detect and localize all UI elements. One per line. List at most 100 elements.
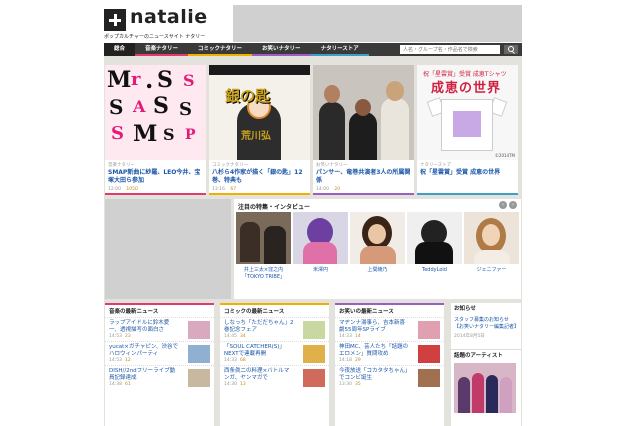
pickup-thumbnail[interactable]: [407, 212, 462, 264]
nav-tab-store[interactable]: ナタリーストア: [310, 43, 369, 56]
pickup-title: 注目の特集・インタビュー: [238, 204, 311, 211]
nav-tab-music[interactable]: 音楽ナタリー: [135, 43, 189, 56]
feature-image-photo[interactable]: [313, 65, 414, 160]
news-title[interactable]: DISH//2ndフリーライブ動員記録達成: [109, 368, 179, 382]
news-time: 14:33: [224, 358, 237, 363]
feature-title[interactable]: SMAP新曲に紗羅、LEO今井、宝塚大田ら参加: [108, 169, 204, 185]
pickup-label[interactable]: 井上三太×窪之内「TOKYO TRIBE」: [236, 267, 291, 281]
feature-color-bar: [209, 193, 310, 195]
pickup-thumbnail[interactable]: [350, 212, 405, 264]
news-title[interactable]: しなっち「ただだちゃん」2巻記念フェア: [224, 320, 294, 334]
news-row[interactable]: 今夜放送「コカタタちゃん」でコンビ誕生 13:30 35: [335, 365, 444, 389]
nav-tab-owarai[interactable]: お笑いナタリー: [252, 43, 311, 56]
pickup-item[interactable]: 米澤円: [293, 212, 348, 296]
news-meta: 14:33 14: [339, 334, 361, 339]
comment-count: 12: [124, 358, 131, 363]
comment-count: 68: [239, 358, 246, 363]
header-ad-banner[interactable]: [233, 5, 522, 42]
comment-count: 23: [124, 334, 131, 339]
section-heading[interactable]: お笑いの最新ニュース: [335, 303, 444, 317]
person-silhouette: [472, 373, 484, 413]
news-row[interactable]: ラップアイドルに鈴木愛一、透視描写の面白さ 14:53 23: [105, 317, 214, 341]
news-meta: 14:18 29: [339, 358, 361, 363]
news-title[interactable]: 「SOUL CATCHER(S)」NEXTで連載再開: [224, 344, 294, 358]
news-title[interactable]: 今夜放送「コカタタちゃん」でコンビ誕生: [339, 368, 409, 382]
news-row[interactable]: 西条眞二の料理×バトルマンガ、ヤンマガで 14:30 13: [220, 365, 329, 389]
pickup-item[interactable]: ジェニファー: [464, 212, 519, 296]
news-thumbnail[interactable]: [418, 369, 440, 387]
chevron-right-icon[interactable]: ›: [509, 201, 517, 209]
news-time: 14:38: [109, 382, 122, 387]
pickup-thumbnail[interactable]: [236, 212, 291, 264]
news-thumbnail[interactable]: [188, 345, 210, 363]
feature-title[interactable]: 祝「星雲賞」受賞 成恵の世界: [420, 169, 516, 177]
pickup-item[interactable]: 井上三太×窪之内「TOKYO TRIBE」: [236, 212, 291, 296]
feature-category: 音楽ナタリー: [108, 163, 135, 168]
news-thumbnail[interactable]: [188, 369, 210, 387]
feature-card[interactable]: お笑いナタリー パンサー、竜巻共演者3人の所属関係 14:00 20: [313, 65, 414, 195]
news-title[interactable]: マヂンナ湯事ら、吉本新喜劇55周年SPライブ: [339, 320, 409, 334]
news-row[interactable]: 「SOUL CATCHER(S)」NEXTで連載再開 14:33 68: [220, 341, 329, 365]
notice-link[interactable]: スタッフ募集のお知らせ【お笑いナタリー編集記者】: [451, 315, 521, 333]
search-input[interactable]: [400, 45, 500, 54]
feature-color-bar: [105, 193, 206, 195]
news-thumbnail[interactable]: [303, 321, 325, 339]
person-silhouette: [349, 112, 377, 160]
pickup-item[interactable]: TeddyLoid: [407, 212, 462, 296]
search-icon[interactable]: [504, 45, 518, 54]
feature-image-smap[interactable]: M r . S S S A S S S M S P: [105, 65, 206, 160]
nav-tab-comic[interactable]: コミックナタリー: [188, 43, 253, 56]
chevron-left-icon[interactable]: ‹: [499, 201, 507, 209]
feature-row: M r . S S S A S S S M S P 音楽ナタリー SMAP新曲に…: [104, 65, 518, 195]
news-row[interactable]: yucat×ガチャピン、渋谷でハロウィンパーティ 14:53 12: [105, 341, 214, 365]
feature-title[interactable]: 八杉ら4作家が描く「銀の匙」12巻、特典も: [212, 169, 308, 185]
artist-thumbnail[interactable]: [454, 363, 516, 413]
pickup-label[interactable]: ジェニファー: [464, 267, 519, 274]
pickup-thumbnail[interactable]: [293, 212, 348, 264]
section-heading[interactable]: 音楽の最新ニュース: [105, 303, 214, 317]
news-thumbnail[interactable]: [303, 369, 325, 387]
notice-heading: お知らせ: [454, 306, 476, 312]
side-ad-banner[interactable]: [105, 199, 231, 299]
section-heading[interactable]: コミックの最新ニュース: [220, 303, 329, 317]
news-thumbnail[interactable]: [418, 345, 440, 363]
nav-tab-home[interactable]: 総合: [104, 43, 136, 56]
nav-tab-label: 音楽ナタリー: [145, 46, 179, 52]
feature-image-tshirt[interactable]: 祝「星雲賞」受賞 成恵Tシャツ 成恵の世界 ©2014TM: [417, 65, 518, 160]
news-time: 14:53: [109, 358, 122, 363]
natalie-logo-mark-icon: [104, 9, 126, 31]
news-row[interactable]: マヂンナ湯事ら、吉本新喜劇55周年SPライブ 14:33 14: [335, 317, 444, 341]
pickup-item[interactable]: 上間綾乃: [350, 212, 405, 296]
feature-card[interactable]: 銀の匙 荒川弘 コミックナタリー 八杉ら4作家が描く「銀の匙」12巻、特典も 1…: [209, 65, 310, 195]
feature-card[interactable]: M r . S S S A S S S M S P 音楽ナタリー SMAP新曲に…: [105, 65, 206, 195]
site-logo[interactable]: natalie ポップカルチャーのニュースサイト ナタリー: [104, 6, 224, 40]
person-silhouette: [319, 102, 345, 160]
comic-news-section: コミックの最新ニュース しなっち「ただだちゃん」2巻記念フェア 14:45 34 …: [220, 303, 329, 426]
news-title[interactable]: 神田MC、芸人たち「話題のエロメン」質問攻め: [339, 344, 409, 358]
manga-cover-title: 銀の匙: [225, 87, 271, 105]
feature-image-manga[interactable]: 銀の匙 荒川弘: [209, 65, 310, 160]
news-title[interactable]: ラップアイドルに鈴木愛一、透視描写の面白さ: [109, 320, 179, 334]
news-thumbnail[interactable]: [188, 321, 210, 339]
nav-tab-label: ナタリーストア: [320, 46, 359, 52]
feature-category: お笑いナタリー: [316, 163, 348, 168]
pickup-thumbnail[interactable]: [464, 212, 519, 264]
news-thumbnail[interactable]: [303, 345, 325, 363]
feature-title[interactable]: パンサー、竜巻共演者3人の所属関係: [316, 169, 412, 185]
person-silhouette: [360, 246, 396, 264]
pickup-label[interactable]: 米澤円: [293, 267, 348, 274]
feature-meta: 14:00 20: [316, 187, 340, 192]
news-title[interactable]: 西条眞二の料理×バトルマンガ、ヤンマガで: [224, 368, 294, 382]
news-thumbnail[interactable]: [418, 321, 440, 339]
news-row[interactable]: DISH//2ndフリーライブ動員記録達成 14:38 61: [105, 365, 214, 389]
news-row[interactable]: しなっち「ただだちゃん」2巻記念フェア 14:45 34: [220, 317, 329, 341]
feature-card[interactable]: 祝「星雲賞」受賞 成恵Tシャツ 成恵の世界 ©2014TM ナタリーストア 祝「…: [417, 65, 518, 195]
pickup-label[interactable]: TeddyLoid: [407, 267, 462, 274]
feature-meta: 12:00 1050: [108, 187, 138, 192]
pickup-label[interactable]: 上間綾乃: [350, 267, 405, 274]
feature-category: ナタリーストア: [420, 163, 452, 168]
person-silhouette: [381, 98, 409, 160]
news-row[interactable]: 神田MC、芸人たち「話題のエロメン」質問攻め 14:18 29: [335, 341, 444, 365]
news-title[interactable]: yucat×ガチャピン、渋谷でハロウィンパーティ: [109, 344, 179, 358]
news-meta: 14:38 61: [109, 382, 131, 387]
